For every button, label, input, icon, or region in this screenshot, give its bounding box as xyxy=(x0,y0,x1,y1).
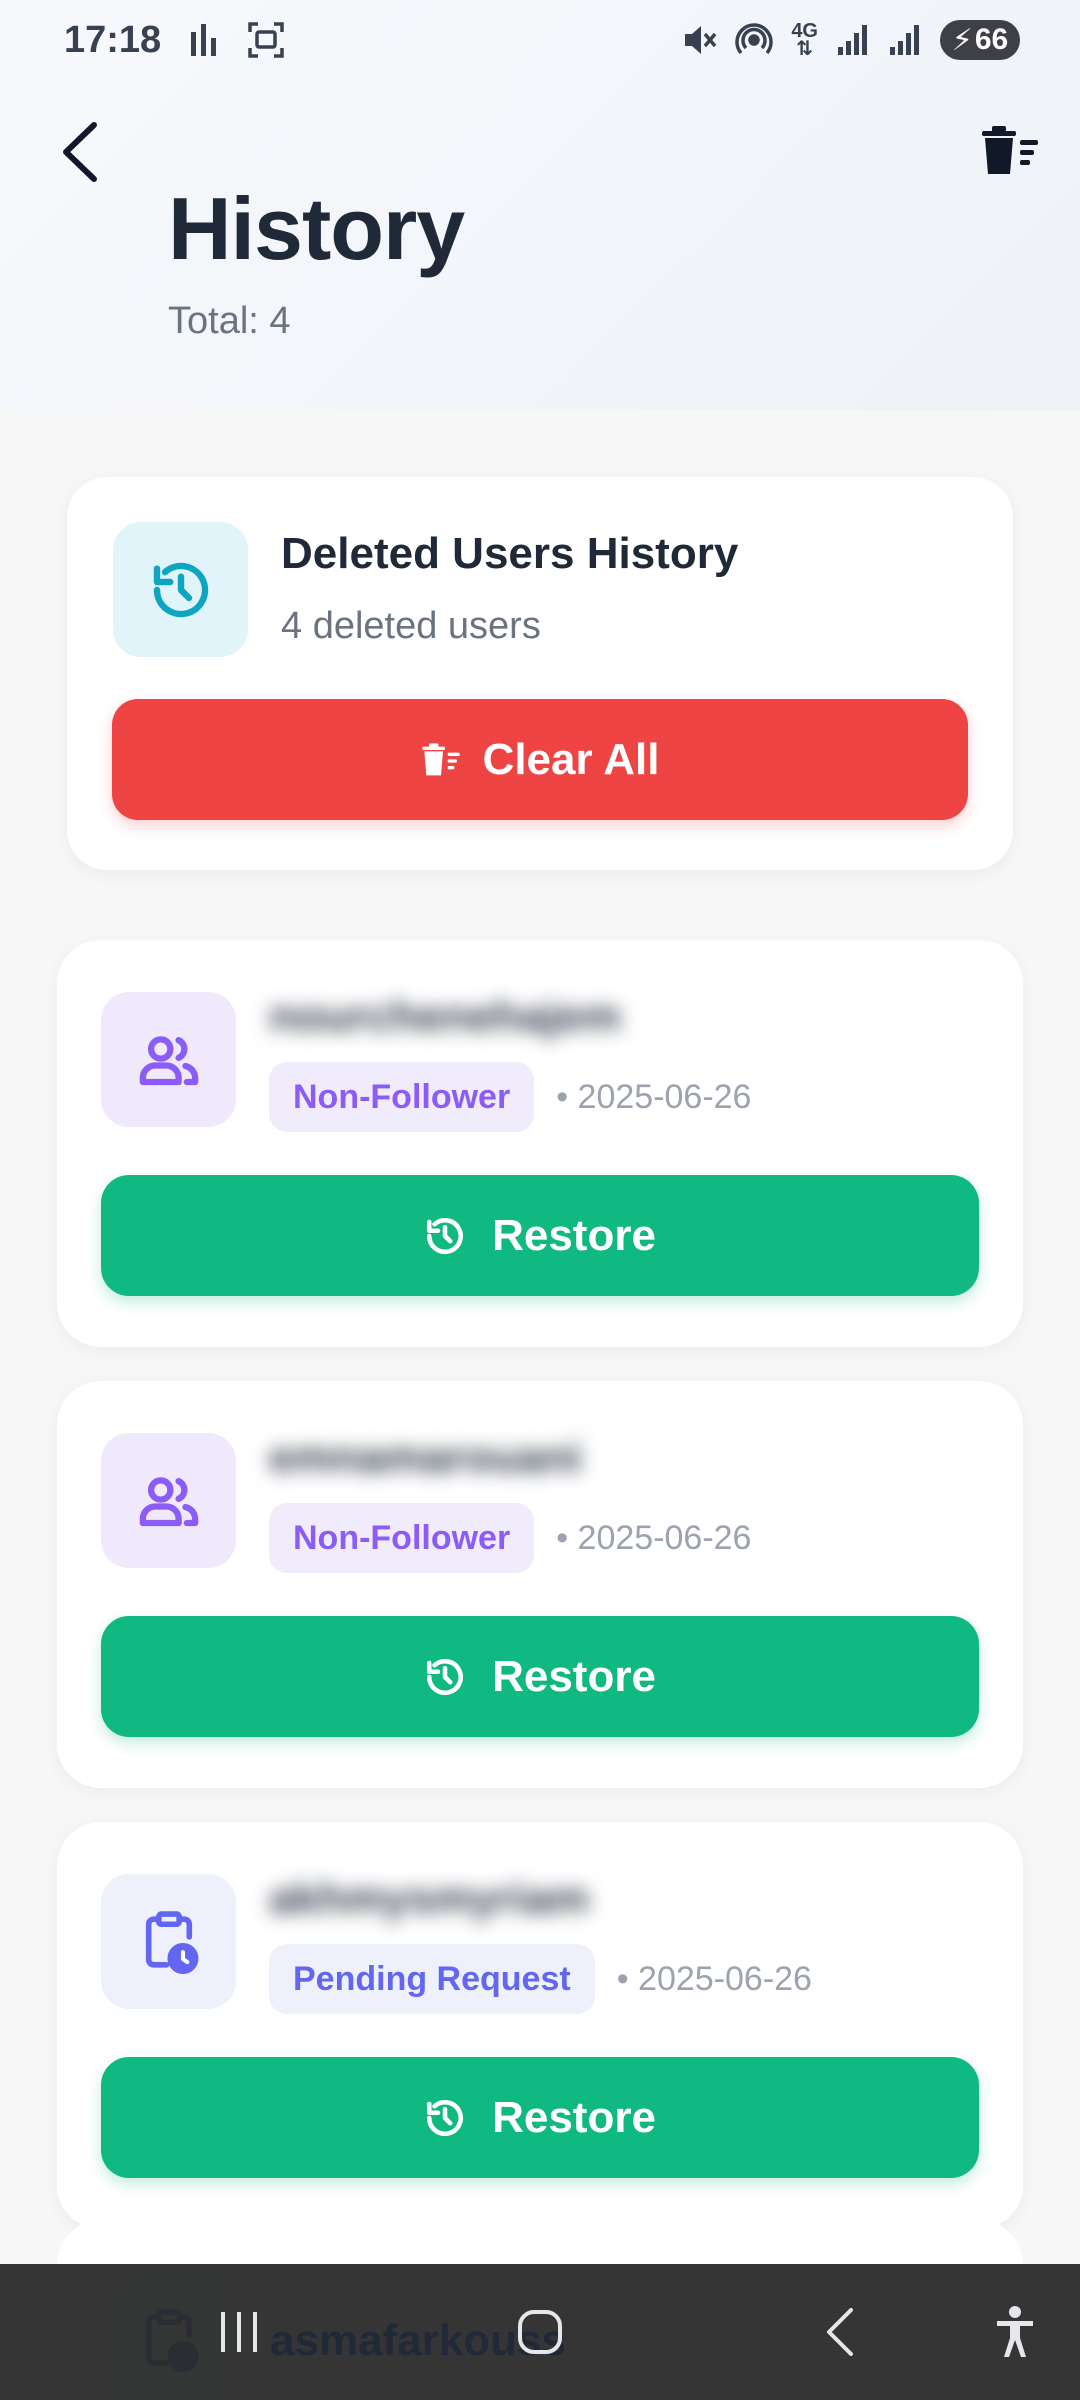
summary-card: Deleted Users History 4 deleted users Cl… xyxy=(67,477,1013,870)
hotspot-icon xyxy=(735,21,773,59)
restore-label: Restore xyxy=(492,2092,656,2142)
history-card: akhmysmyriam Pending Request • 2025-06-2… xyxy=(57,1822,1023,2229)
summary-title: Deleted Users History xyxy=(281,529,739,578)
meta-row: Non-Follower • 2025-06-26 xyxy=(269,1503,751,1573)
status-badge: Pending Request xyxy=(269,1944,595,2014)
4g-icon: 4G ⇅ xyxy=(791,20,818,60)
trash-list-icon xyxy=(982,126,1038,174)
screen: 17:18 4G ⇅ ⚡ 66 History Total: 4 Deleted… xyxy=(0,0,1080,2400)
status-badge: Non-Follower xyxy=(269,1062,535,1132)
users-icon xyxy=(139,1035,198,1085)
clear-all-label: Clear All xyxy=(482,734,660,784)
mute-icon xyxy=(681,22,717,58)
deleted-date: • 2025-06-26 xyxy=(616,1959,812,1998)
signal-icon xyxy=(836,23,870,57)
page-subtitle: Total: 4 xyxy=(168,300,291,342)
bar-chart-icon xyxy=(189,22,219,58)
status-badge: Non-Follower xyxy=(269,1503,535,1573)
recent-apps-button[interactable] xyxy=(200,2264,280,2400)
home-icon xyxy=(518,2310,562,2354)
history-card: emnamarouani Non-Follower • 2025-06-26 R… xyxy=(57,1381,1023,1788)
chevron-left-icon xyxy=(63,122,97,182)
avatar xyxy=(101,1433,236,1568)
screenshot-icon xyxy=(247,21,285,59)
username: nourchenehajem xyxy=(269,992,622,1041)
history-icon xyxy=(427,1217,464,1254)
meta-row: Pending Request • 2025-06-26 xyxy=(269,1944,812,2014)
accessibility-button[interactable] xyxy=(975,2264,1055,2400)
status-time: 17:18 xyxy=(64,18,162,61)
status-left: 17:18 xyxy=(64,19,285,62)
summary-icon-box xyxy=(113,522,248,657)
battery-indicator: ⚡ 66 xyxy=(940,20,1020,60)
restore-button[interactable]: Restore xyxy=(101,1616,979,1737)
username: emnamarouani xyxy=(269,1433,582,1482)
deleted-date: • 2025-06-26 xyxy=(556,1518,752,1557)
accessibility-icon xyxy=(997,2306,1033,2357)
username: akhmysmyriam xyxy=(269,1874,590,1923)
deleted-date: • 2025-06-26 xyxy=(556,1077,752,1116)
signal-icon-2 xyxy=(888,23,922,57)
restore-button[interactable]: Restore xyxy=(101,2057,979,2178)
battery-level: 66 xyxy=(974,23,1009,56)
history-card: nourchenehajem Non-Follower • 2025-06-26… xyxy=(57,940,1023,1347)
charging-icon: ⚡ xyxy=(951,23,973,57)
restore-label: Restore xyxy=(492,1210,656,1260)
status-right: 4G ⇅ ⚡ 66 xyxy=(681,20,1020,60)
nav-back-button[interactable] xyxy=(800,2264,880,2400)
meta-row: Non-Follower • 2025-06-26 xyxy=(269,1062,751,1132)
back-button[interactable] xyxy=(48,112,112,192)
avatar xyxy=(101,992,236,1127)
history-icon xyxy=(427,2099,464,2136)
page-title: History xyxy=(168,179,465,278)
clear-history-icon-button[interactable] xyxy=(975,120,1045,182)
header: 17:18 4G ⇅ ⚡ 66 History Total: 4 xyxy=(0,0,1080,410)
recent-apps-icon xyxy=(221,2312,257,2352)
back-icon xyxy=(827,2308,853,2356)
restore-label: Restore xyxy=(492,1651,656,1701)
avatar xyxy=(101,1874,236,2009)
restore-button[interactable]: Restore xyxy=(101,1175,979,1296)
clear-all-button[interactable]: Clear All xyxy=(112,699,968,820)
home-button[interactable] xyxy=(500,2264,580,2400)
history-icon xyxy=(427,1658,464,1695)
history-icon xyxy=(153,562,208,617)
trash-list-icon xyxy=(421,742,460,775)
users-icon xyxy=(139,1476,198,1526)
status-bar: 17:18 4G ⇅ ⚡ 66 xyxy=(0,0,1080,80)
summary-count: 4 deleted users xyxy=(281,605,541,647)
clipboard-clock-icon xyxy=(145,1910,198,1974)
